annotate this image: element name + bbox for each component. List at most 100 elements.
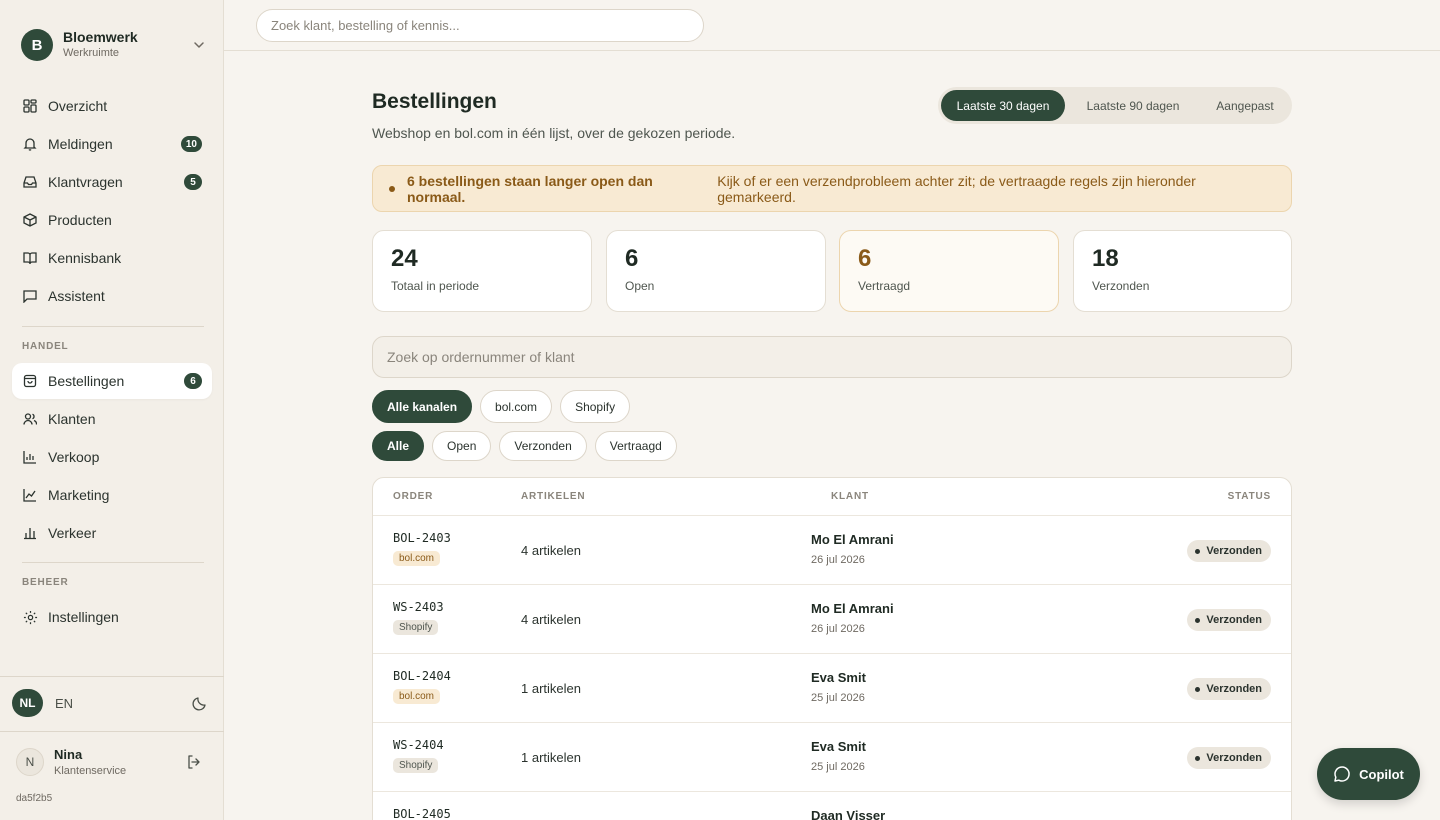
table-row[interactable]: WS-2403 Shopify 4 artikelen Mo El Amrani… bbox=[373, 585, 1291, 654]
user-card: N Nina Klantenservice bbox=[16, 743, 206, 781]
sidebar-item-label: Instellingen bbox=[48, 609, 119, 625]
status-badge: Verzonden bbox=[1187, 540, 1271, 562]
sidebar-item-label: Verkeer bbox=[48, 525, 97, 541]
filter-all-channels[interactable]: Alle kanalen bbox=[372, 390, 473, 423]
copilot-button[interactable]: Copilot bbox=[1317, 748, 1420, 800]
customer-name: Mo El Amrani bbox=[811, 532, 894, 547]
range-90-days-button[interactable]: Laatste 90 dagen bbox=[1065, 90, 1201, 121]
stat-card-shipped: 18 Verzonden bbox=[1073, 230, 1292, 312]
sidebar-item-label: Bestellingen bbox=[48, 373, 125, 389]
filter-status-shipped[interactable]: Verzonden bbox=[499, 431, 587, 461]
table-row[interactable]: BOL-2404 bol.com 1 artikelen Eva Smit 25… bbox=[373, 654, 1291, 723]
inbox-icon bbox=[22, 174, 38, 190]
filter-status-all[interactable]: Alle bbox=[372, 431, 425, 461]
chevron-down-icon bbox=[194, 42, 204, 48]
stat-card-delayed: 6 Vertraagd bbox=[839, 230, 1059, 312]
stat-label: Vertraagd bbox=[858, 279, 911, 293]
customer-name: Eva Smit bbox=[811, 739, 866, 754]
bag-icon bbox=[22, 373, 38, 389]
status-label: Verzonden bbox=[1206, 545, 1262, 557]
status-filters: Alle Open Verzonden Vertraagd bbox=[372, 431, 677, 461]
gear-icon bbox=[22, 609, 38, 625]
stat-card-open: 6 Open bbox=[606, 230, 826, 312]
filter-shopify[interactable]: Shopify bbox=[560, 390, 631, 423]
sidebar-item-meldingen[interactable]: Meldingen 10 bbox=[12, 126, 212, 162]
sidebar-item-verkeer[interactable]: Verkeer bbox=[12, 515, 212, 551]
sidebar-item-producten[interactable]: Producten bbox=[12, 202, 212, 238]
sidebar-item-label: Klantvragen bbox=[48, 174, 123, 190]
stat-value: 24 bbox=[391, 245, 418, 272]
item-count: 1 artikelen bbox=[521, 750, 581, 765]
range-30-days-button[interactable]: Laatste 30 dagen bbox=[941, 90, 1065, 121]
sidebar-item-label: Verkoop bbox=[48, 449, 100, 465]
stat-value: 18 bbox=[1092, 245, 1119, 272]
divider bbox=[22, 326, 204, 327]
divider bbox=[22, 562, 204, 563]
sidebar-item-label: Overzicht bbox=[48, 98, 108, 114]
sidebar-item-overzicht[interactable]: Overzicht bbox=[12, 88, 212, 124]
filter-bol[interactable]: bol.com bbox=[480, 390, 553, 423]
sidebar-item-label: Kennisbank bbox=[48, 250, 122, 266]
nav-main: Overzicht Meldingen 10 Klantvragen 5 Pro… bbox=[12, 88, 212, 316]
lang-nl-button[interactable]: NL bbox=[12, 689, 43, 717]
alert-dot-icon bbox=[389, 185, 395, 192]
sidebar-item-klanten[interactable]: Klanten bbox=[12, 401, 212, 437]
status-label: Verzonden bbox=[1206, 614, 1262, 626]
grid-icon bbox=[22, 98, 38, 114]
order-date: 26 jul 2026 bbox=[811, 623, 865, 635]
sidebar-item-marketing[interactable]: Marketing bbox=[12, 477, 212, 513]
customer-name: Mo El Amrani bbox=[811, 601, 894, 616]
box-icon bbox=[22, 212, 38, 228]
stat-value: 6 bbox=[858, 245, 872, 272]
sidebar-item-label: Producten bbox=[48, 212, 112, 228]
workspace-sub: Werkruimte bbox=[63, 47, 120, 59]
header-items: ARTIKELEN bbox=[521, 491, 586, 502]
channel-tag: Shopify bbox=[393, 758, 439, 773]
moon-icon[interactable] bbox=[192, 695, 208, 711]
logout-icon[interactable] bbox=[186, 754, 202, 770]
stat-label: Verzonden bbox=[1092, 279, 1150, 293]
sidebar: B Bloemwerk Werkruimte Overzicht Melding… bbox=[0, 0, 224, 820]
user-role: Klantenservice bbox=[54, 765, 127, 777]
avatar: N bbox=[16, 748, 44, 776]
divider bbox=[0, 731, 224, 732]
delay-alert: 6 bestellingen staan langer open dan nor… bbox=[372, 165, 1292, 212]
sidebar-item-bestellingen[interactable]: Bestellingen 6 bbox=[12, 363, 212, 399]
topbar bbox=[224, 0, 1440, 51]
stat-card-total: 24 Totaal in periode bbox=[372, 230, 592, 312]
stat-value: 6 bbox=[625, 245, 639, 272]
alert-bold: 6 bestellingen staan langer open dan nor… bbox=[406, 172, 653, 205]
workspace-switcher[interactable]: B Bloemwerk Werkruimte bbox=[21, 27, 207, 63]
sidebar-item-kennisbank[interactable]: Kennisbank bbox=[12, 240, 212, 276]
item-count: 1 artikelen bbox=[521, 681, 581, 696]
header-order: ORDER bbox=[393, 491, 434, 502]
filter-status-delayed[interactable]: Vertraagd bbox=[594, 431, 677, 461]
section-title-beheer: BEHEER bbox=[22, 577, 69, 588]
filter-status-open[interactable]: Open bbox=[432, 431, 492, 461]
table-row[interactable]: WS-2404 Shopify 1 artikelen Eva Smit 25 … bbox=[373, 723, 1291, 792]
channel-tag: bol.com bbox=[393, 689, 441, 704]
status-badge: Verzonden bbox=[1187, 609, 1271, 631]
count-badge: 10 bbox=[180, 136, 202, 152]
order-id: WS-2403 bbox=[393, 600, 444, 614]
range-custom-button[interactable]: Aangepast bbox=[1201, 90, 1289, 121]
section-title-handel: HANDEL bbox=[22, 341, 69, 352]
sidebar-item-instellingen[interactable]: Instellingen bbox=[12, 599, 212, 635]
sidebar-item-label: Meldingen bbox=[48, 136, 113, 152]
lang-en-button[interactable]: EN bbox=[55, 696, 192, 711]
channel-tag: Shopify bbox=[393, 620, 439, 635]
item-count: 4 artikelen bbox=[521, 543, 581, 558]
sidebar-item-verkoop[interactable]: Verkoop bbox=[12, 439, 212, 475]
channel-filters: Alle kanalen bol.com Shopify bbox=[372, 390, 631, 423]
order-id: BOL-2404 bbox=[393, 669, 451, 683]
stat-label: Totaal in periode bbox=[391, 279, 480, 293]
order-search-input[interactable] bbox=[372, 336, 1292, 378]
header-customer: KLANT bbox=[831, 491, 869, 502]
sidebar-item-assistent[interactable]: Assistent bbox=[12, 278, 212, 314]
table-row[interactable]: BOL-2403 bol.com 4 artikelen Mo El Amran… bbox=[373, 516, 1291, 585]
table-row[interactable]: BOL-2405 Daan Visser bbox=[373, 792, 1291, 820]
chat-bubble-icon bbox=[1334, 766, 1350, 782]
sidebar-item-klantvragen[interactable]: Klantvragen 5 bbox=[12, 164, 212, 200]
global-search-input[interactable] bbox=[256, 9, 704, 42]
sidebar-item-label: Assistent bbox=[48, 288, 105, 304]
